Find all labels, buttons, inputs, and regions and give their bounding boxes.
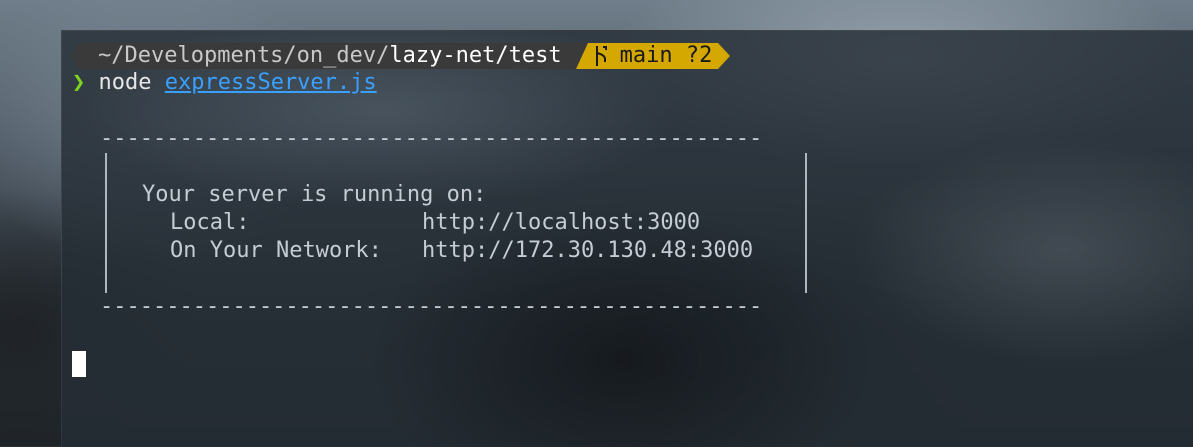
- box-right-border: [805, 153, 807, 293]
- server-heading: Your server is running on:: [142, 182, 487, 207]
- terminal-window[interactable]: ~/Developments/on_dev/lazy-net/test main…: [61, 30, 1193, 447]
- network-label: On Your Network:: [170, 238, 382, 263]
- local-label: Local:: [170, 210, 250, 235]
- command-line: ❯ node expressServer.js: [72, 69, 377, 97]
- prompt-chevron-icon: ❯: [72, 70, 86, 95]
- prompt-git-segment: main ?2: [587, 43, 719, 69]
- box-left-border: [105, 153, 107, 293]
- network-url[interactable]: http://172.30.130.48:3000: [422, 237, 753, 265]
- prompt-bar: ~/Developments/on_dev/lazy-net/test main…: [72, 43, 731, 69]
- prompt-separator: [575, 43, 588, 69]
- prompt-end-arrow: [718, 43, 731, 69]
- command-program: node: [98, 70, 152, 95]
- prompt-path-current: lazy-net/test: [389, 43, 562, 68]
- git-branch-status: main ?2: [619, 43, 713, 68]
- prompt-path-parent: ~/Developments/on_dev/: [98, 43, 390, 68]
- terminal-cursor: [72, 351, 86, 377]
- prompt-path-segment: ~/Developments/on_dev/lazy-net/test: [72, 43, 576, 69]
- box-top-border: ----------------------------------------…: [100, 126, 763, 151]
- git-branch-icon: [595, 46, 607, 66]
- box-bottom-border: ----------------------------------------…: [100, 294, 763, 319]
- command-file-link[interactable]: expressServer.js: [165, 70, 377, 95]
- local-url[interactable]: http://localhost:3000: [422, 209, 700, 237]
